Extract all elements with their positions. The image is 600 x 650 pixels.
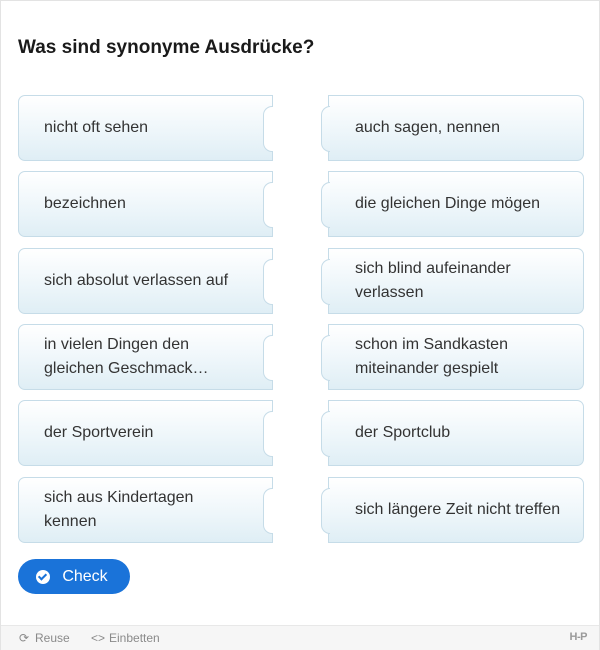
left-phrase-card[interactable]: bezeichnen bbox=[18, 171, 273, 237]
left-phrase-text: sich absolut verlassen auf bbox=[44, 272, 229, 289]
left-phrase-text: sich aus Kindertagen kennen bbox=[44, 489, 194, 530]
left-phrase-card[interactable]: sich aus Kindertagen kennen bbox=[18, 477, 273, 543]
right-phrase-card[interactable]: sich blind aufeinander verlassen bbox=[321, 248, 584, 314]
check-button-label: Check bbox=[62, 567, 108, 585]
footer-bar: ⟳ Reuse <> Einbetten H-P bbox=[1, 625, 599, 650]
reuse-button[interactable]: ⟳ Reuse bbox=[17, 631, 70, 645]
question-title: Was sind synonyme Ausdrücke? bbox=[18, 37, 315, 58]
left-phrase-text: nicht oft sehen bbox=[44, 119, 149, 136]
left-phrase-card[interactable]: nicht oft sehen bbox=[18, 95, 273, 161]
right-phrase-card[interactable]: die gleichen Dinge mögen bbox=[321, 171, 584, 237]
right-phrase-card[interactable]: der Sportclub bbox=[321, 400, 584, 466]
right-phrase-text: sich blind aufeinander verlassen bbox=[355, 260, 511, 301]
right-phrase-text: sich längere Zeit nicht treffen bbox=[355, 501, 561, 518]
check-button[interactable]: Check bbox=[18, 559, 130, 594]
left-phrase-card[interactable]: in vielen Dingen den gleichen Geschmack… bbox=[18, 324, 273, 390]
h5p-content-frame: Was sind synonyme Ausdrücke? nicht oft s… bbox=[0, 0, 600, 650]
right-phrase-text: auch sagen, nennen bbox=[355, 119, 501, 136]
check-circle-icon bbox=[36, 569, 51, 584]
code-icon: <> bbox=[91, 631, 106, 645]
left-phrase-text: bezeichnen bbox=[44, 195, 126, 212]
right-phrase-text: schon im Sandkasten miteinander gespielt bbox=[355, 336, 508, 377]
right-phrase-card[interactable]: sich längere Zeit nicht treffen bbox=[321, 477, 584, 543]
refresh-icon: ⟳ bbox=[18, 631, 30, 645]
reuse-label: Reuse bbox=[35, 631, 70, 645]
embed-label: Einbetten bbox=[109, 631, 160, 645]
left-phrase-card[interactable]: sich absolut verlassen auf bbox=[18, 248, 273, 314]
left-phrase-text: der Sportverein bbox=[44, 424, 154, 441]
embed-button[interactable]: <> Einbetten bbox=[91, 631, 160, 645]
h5p-logo: H-P bbox=[569, 631, 588, 643]
left-phrase-text: in vielen Dingen den gleichen Geschmack… bbox=[44, 336, 209, 377]
right-phrase-text: die gleichen Dinge mögen bbox=[355, 195, 541, 212]
right-phrase-text: der Sportclub bbox=[355, 424, 451, 441]
left-phrase-card[interactable]: der Sportverein bbox=[18, 400, 273, 466]
right-phrase-card[interactable]: schon im Sandkasten miteinander gespielt bbox=[321, 324, 584, 390]
right-phrase-card[interactable]: auch sagen, nennen bbox=[321, 95, 584, 161]
